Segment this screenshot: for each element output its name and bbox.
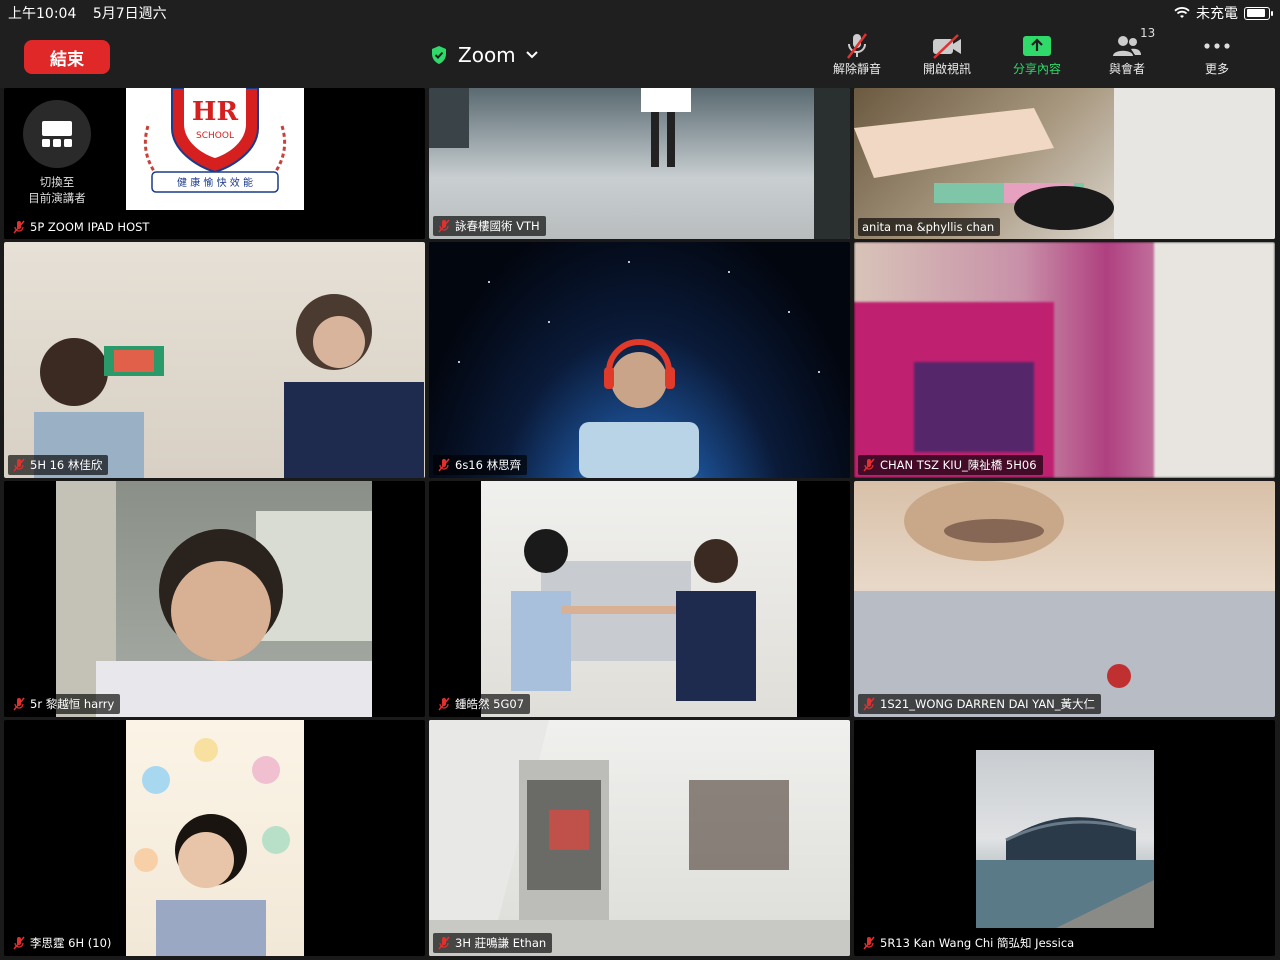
participant-name-tag: 1S21_WONG DARREN DAI YAN_黃大仁	[858, 694, 1102, 714]
participant-name: 3H 莊鳴謙 Ethan	[455, 936, 547, 950]
video-feed	[4, 242, 425, 478]
profile-picture	[976, 750, 1154, 928]
participant-name-tag: anita ma &phyllis chan	[858, 218, 1001, 236]
switch-line-2: 目前演講者	[28, 191, 86, 205]
speaker-view-icon	[42, 121, 72, 147]
participant-name-tag: 5P ZOOM IPAD HOST	[8, 218, 156, 236]
participant-name: 5P ZOOM IPAD HOST	[30, 220, 150, 234]
participant-tile[interactable]: 5H 16 林佳欣	[4, 242, 425, 478]
participant-name-tag: CHAN TSZ KIU_陳祉橋 5H06	[858, 455, 1043, 475]
participant-name-tag: 5H 16 林佳欣	[8, 455, 109, 475]
unmute-label: 解除靜音	[832, 62, 881, 76]
video-feed	[126, 720, 304, 956]
switch-to-speaker-button[interactable]: 切換至 目前演講者	[20, 100, 94, 206]
mic-muted-icon	[863, 697, 875, 711]
participant-name: 5R13 Kan Wang Chi 簡弘知 Jessica	[880, 936, 1075, 950]
video-feed	[481, 481, 797, 717]
mic-muted-icon	[847, 33, 867, 59]
participant-tile[interactable]: 切換至 目前演講者 HR SCHOOL 健 康 愉 快 效 能 5P ZOOM …	[4, 88, 425, 239]
wifi-icon	[1174, 7, 1190, 18]
video-feed	[429, 242, 850, 478]
participant-tile[interactable]: 5R13 Kan Wang Chi 簡弘知 Jessica	[854, 720, 1275, 956]
participant-name-tag: 5r 黎越恒 harry	[8, 694, 121, 714]
shield-check-icon	[432, 46, 446, 64]
share-content-label: 分享內容	[1012, 62, 1061, 76]
participant-tile[interactable]: 5r 黎越恒 harry	[4, 481, 425, 717]
participant-tile[interactable]: 1S21_WONG DARREN DAI YAN_黃大仁	[854, 481, 1275, 717]
battery-icon	[1244, 6, 1273, 20]
mic-muted-icon	[438, 219, 450, 233]
mic-muted-icon	[863, 458, 875, 472]
chevron-down-icon	[525, 51, 538, 59]
start-video-button[interactable]: 開啟視訊	[902, 32, 992, 77]
unmute-button[interactable]: 解除靜音	[812, 32, 902, 77]
logo-sub: SCHOOL	[196, 131, 234, 141]
school-logo: HR SCHOOL 健 康 愉 快 效 能	[126, 88, 304, 210]
status-time: 上午10:04	[8, 6, 77, 22]
participant-name-tag: 鍾皓然 5G07	[433, 694, 531, 714]
mic-muted-icon	[13, 458, 25, 472]
mic-muted-icon	[863, 936, 875, 950]
participant-name-tag: 3H 莊鳴謙 Ethan	[433, 933, 553, 953]
logo-letters: HR	[192, 97, 239, 127]
start-video-label: 開啟視訊	[922, 62, 971, 76]
more-icon	[1204, 43, 1230, 49]
participant-name: 5H 16 林佳欣	[30, 458, 103, 472]
video-feed	[854, 88, 1275, 239]
share-screen-icon	[1023, 36, 1051, 56]
participant-tile[interactable]: 李思霆 6H (10)	[4, 720, 425, 956]
participant-name: anita ma &phyllis chan	[862, 220, 995, 234]
more-label: 更多	[1204, 62, 1229, 76]
mic-muted-icon	[13, 936, 25, 950]
participant-tile[interactable]: CHAN TSZ KIU_陳祉橋 5H06	[854, 242, 1275, 478]
participant-tile[interactable]: 鍾皓然 5G07	[429, 481, 850, 717]
participant-name-tag: 6s16 林思齊	[433, 455, 528, 475]
mic-muted-icon	[13, 220, 25, 234]
participants-icon	[1113, 36, 1141, 56]
meeting-title: Zoom	[458, 43, 516, 67]
participant-tile[interactable]: 3H 莊鳴謙 Ethan	[429, 720, 850, 956]
participant-name-tag: 李思霆 6H (10)	[8, 933, 118, 953]
mic-muted-icon	[438, 936, 450, 950]
mic-muted-icon	[438, 697, 450, 711]
participant-name: 1S21_WONG DARREN DAI YAN_黃大仁	[880, 697, 1096, 711]
status-date: 5月7日週六	[92, 6, 167, 22]
meeting-info-button[interactable]: Zoom	[430, 40, 538, 70]
participant-name: 李思霆 6H (10)	[30, 936, 112, 950]
participant-name: 5r 黎越恒 harry	[30, 697, 115, 711]
end-meeting-button[interactable]: 結束	[24, 40, 110, 74]
switch-line-1: 切換至	[39, 175, 75, 189]
mic-muted-icon	[438, 458, 450, 472]
logo-motto: 健 康 愉 快 效 能	[177, 176, 253, 189]
video-feed	[56, 481, 372, 717]
participant-name: CHAN TSZ KIU_陳祉橋 5H06	[880, 458, 1037, 472]
participant-name: 6s16 林思齊	[455, 458, 522, 472]
charging-status: 未充電	[1196, 6, 1238, 22]
mic-muted-icon	[13, 697, 25, 711]
participant-tile[interactable]: 詠春樓國術 VTH	[429, 88, 850, 239]
video-feed	[854, 242, 1275, 478]
participants-button[interactable]: 13 與會者	[1082, 26, 1172, 77]
video-feed	[429, 720, 850, 956]
video-off-icon	[933, 34, 961, 59]
participant-name: 詠春樓國術 VTH	[455, 219, 540, 233]
share-content-button[interactable]: 分享內容	[992, 32, 1082, 77]
video-feed	[854, 481, 1275, 717]
more-button[interactable]: 更多	[1172, 32, 1262, 77]
participants-label: 與會者	[1108, 62, 1145, 76]
video-gallery: 切換至 目前演講者 HR SCHOOL 健 康 愉 快 效 能 5P ZOOM …	[4, 88, 1276, 958]
participant-name-tag: 5R13 Kan Wang Chi 簡弘知 Jessica	[858, 933, 1081, 953]
participants-count: 13	[1140, 26, 1156, 40]
status-bar: 上午10:04 5月7日週六 未充電	[0, 0, 1280, 24]
participant-tile-active[interactable]: anita ma &phyllis chan	[854, 88, 1275, 239]
participant-name: 鍾皓然 5G07	[455, 697, 525, 711]
participant-name-tag: 詠春樓國術 VTH	[433, 216, 546, 236]
meeting-toolbar: 結束 Zoom 解除靜音 開啟視訊 分享內容 13 與會者 更多	[0, 24, 1280, 88]
participant-tile[interactable]: 6s16 林思齊	[429, 242, 850, 478]
